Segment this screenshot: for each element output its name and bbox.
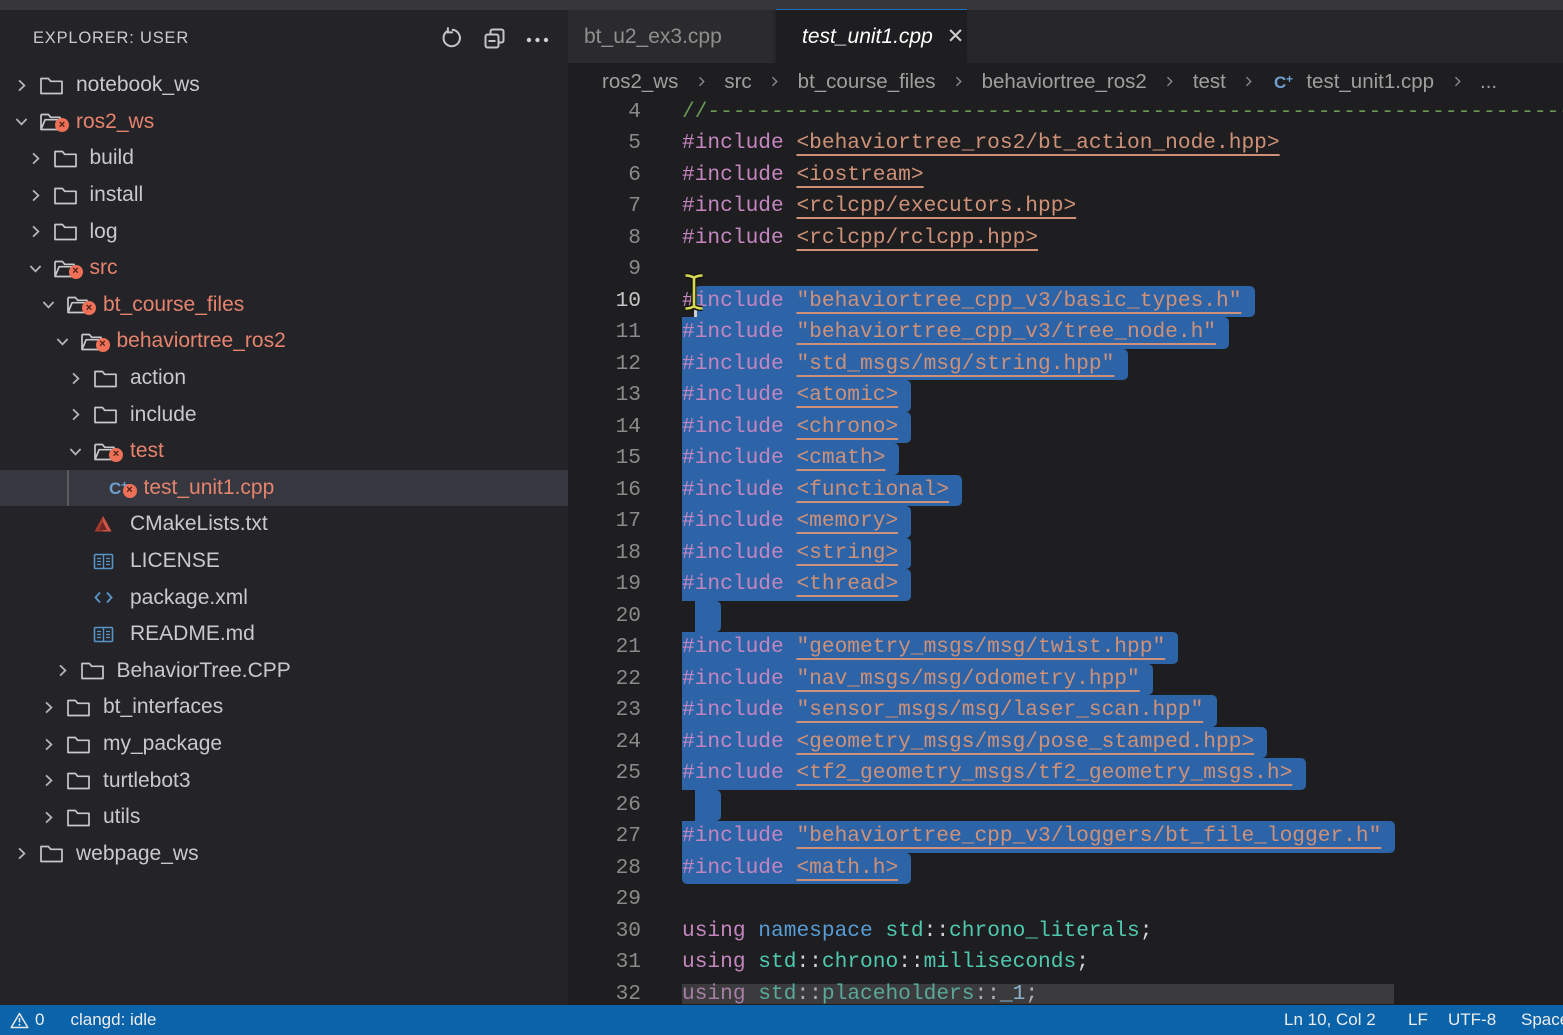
svg-text:C: C (1274, 73, 1286, 92)
svg-text:C: C (109, 479, 121, 498)
svg-text:+: + (1286, 72, 1293, 86)
